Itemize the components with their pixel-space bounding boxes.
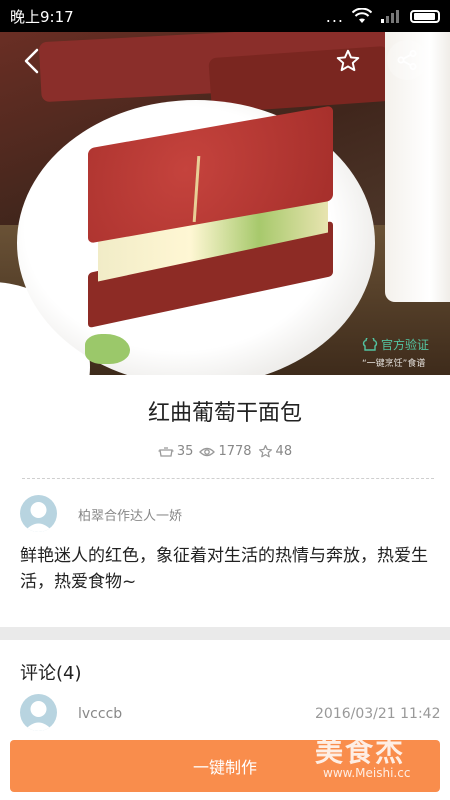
favorite-button[interactable] (332, 45, 364, 77)
battery-icon (410, 9, 440, 23)
comment-avatar[interactable] (20, 694, 57, 731)
fav-count-stat: 48 (258, 444, 293, 459)
comment-user[interactable]: lvcccb (78, 706, 122, 722)
recipe-description: 鲜艳迷人的红色，象征着对生活的热情与奔放，热爱生活，热爱食物~ (20, 546, 428, 592)
section-separator (0, 627, 450, 640)
make-recipe-button[interactable]: 一键制作 (10, 740, 440, 792)
comments-title: 评论(4) (20, 663, 82, 684)
fav-count: 48 (275, 444, 293, 459)
verified-sub: “一键烹饪”食谱 (362, 359, 426, 369)
eye-icon (199, 447, 216, 456)
author-name[interactable]: 柏翠合作达人一娇 (78, 505, 182, 524)
chef-hat-icon (362, 337, 378, 351)
verified-badge: 官方验证 (362, 336, 429, 353)
user-silhouette-icon (24, 701, 53, 731)
hero-sandwich (88, 105, 333, 329)
comment-date: 2016/03/21 11:42 (315, 706, 441, 722)
star-outline-icon (258, 444, 272, 458)
status-bar: 晚上9:17 ... (0, 0, 450, 32)
made-count: 35 (176, 444, 194, 459)
divider (22, 478, 434, 479)
share-button[interactable] (387, 40, 427, 80)
view-count-stat: 1778 (199, 444, 252, 459)
verified-label: 官方验证 (381, 338, 430, 352)
status-icons: ... (326, 7, 440, 26)
recipe-hero-image (0, 32, 450, 375)
chevron-left-icon (24, 48, 39, 74)
wifi-icon (352, 8, 372, 23)
hero-lettuce (85, 334, 130, 364)
status-dots: ... (325, 6, 344, 26)
made-count-stat: 35 (158, 444, 194, 459)
user-silhouette-icon (24, 502, 53, 532)
signal-icon (381, 10, 399, 23)
pot-icon (158, 446, 174, 457)
avatar[interactable] (20, 495, 57, 532)
view-count: 1778 (218, 444, 252, 459)
recipe-title: 红曲葡萄干面包 (147, 401, 302, 426)
recipe-stats: 35 1778 48 (0, 444, 450, 459)
status-time: 晚上9:17 (10, 7, 74, 26)
back-button[interactable] (16, 45, 46, 77)
share-icon (397, 50, 417, 70)
star-icon (336, 49, 360, 72)
